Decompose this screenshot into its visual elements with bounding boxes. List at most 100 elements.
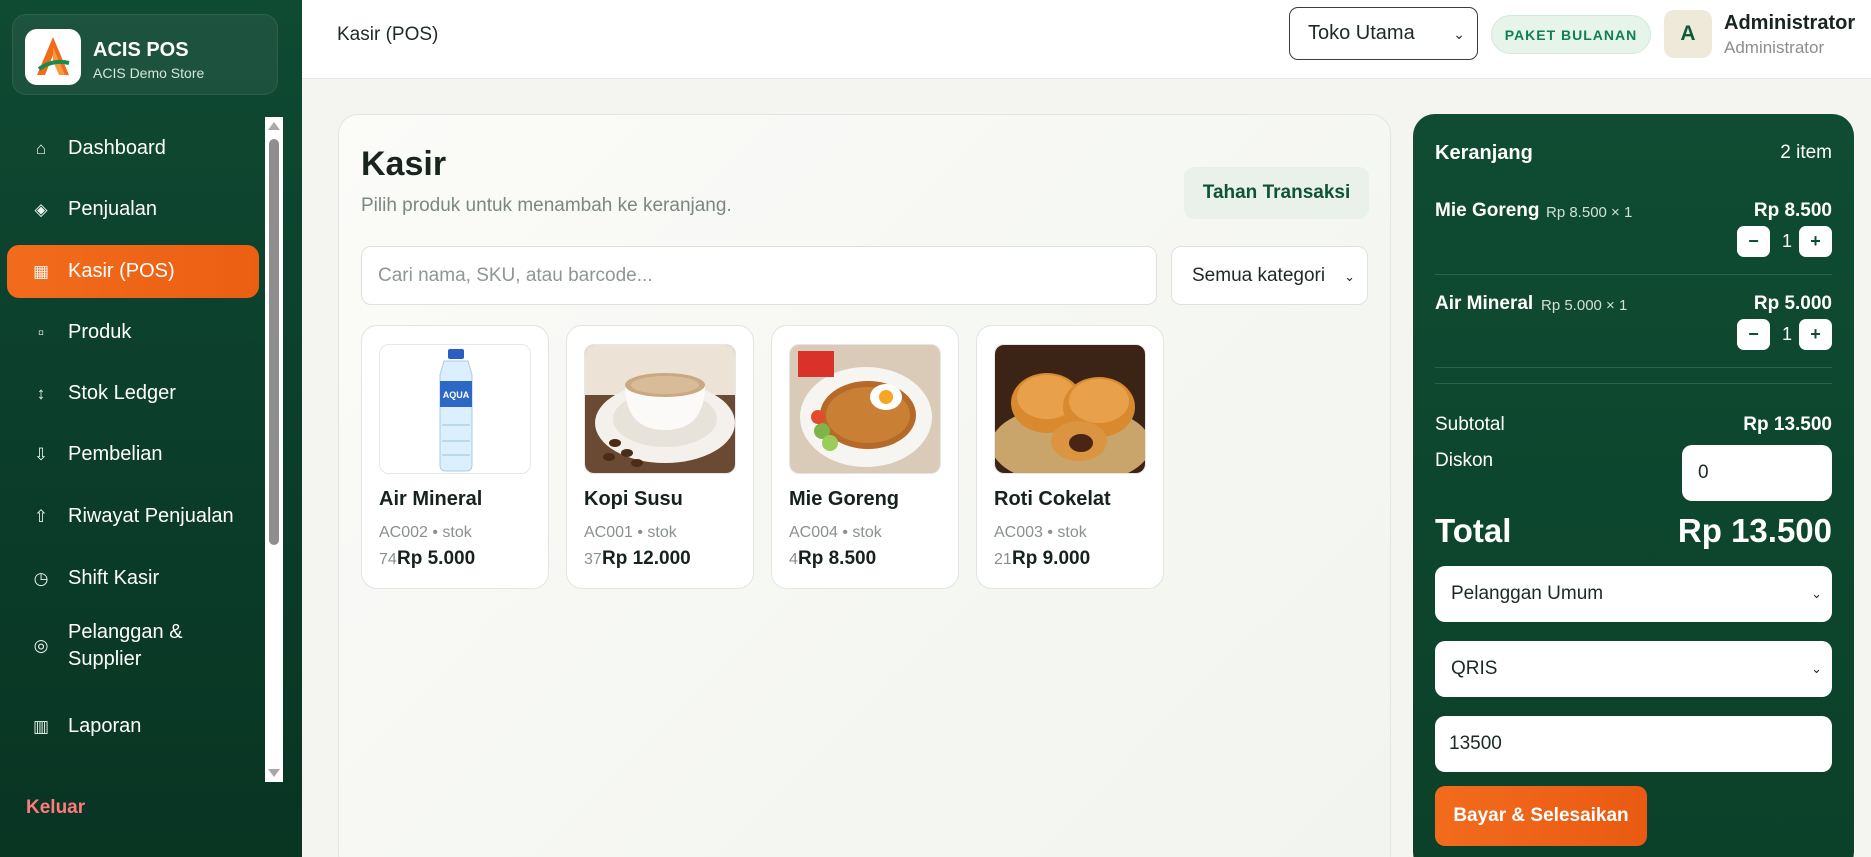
plan-badge: PAKET BULANAN <box>1491 15 1651 54</box>
cart-panel: Keranjang 2 item Mie Goreng Rp 8.500 × 1… <box>1413 114 1854 857</box>
sidebar-item-shift-kasir[interactable]: ◷ Shift Kasir <box>7 552 259 605</box>
payment-method-select[interactable]: QRIS ⌄ <box>1435 641 1832 697</box>
chocolate-bread-image <box>994 344 1146 474</box>
pos-panel: Kasir Pilih produk untuk menambah ke ker… <box>338 114 1391 857</box>
sidebar-item-kasir-pos[interactable]: ▦ Kasir (POS) <box>7 245 259 298</box>
chevron-down-icon: ⌄ <box>1344 269 1355 284</box>
category-select[interactable]: Semua kategori ⌄ <box>1171 246 1368 305</box>
hold-transaction-button[interactable]: Tahan Transaksi <box>1184 167 1369 219</box>
product-card-mie-goreng[interactable]: Mie Goreng AC004 • stok 4 Rp 8.500 <box>771 325 959 589</box>
payment-method-value: QRIS <box>1451 658 1498 679</box>
avatar[interactable]: A <box>1664 10 1712 58</box>
chevron-down-icon: ⌄ <box>1811 586 1822 601</box>
sidebar-item-riwayat-penjualan[interactable]: ⇧ Riwayat Penjualan <box>7 490 259 543</box>
product-sku: AC004 • stok <box>789 524 882 541</box>
scrollbar-thumb[interactable] <box>269 139 279 545</box>
acis-logo-icon <box>25 29 81 85</box>
product-sku: AC001 • stok <box>584 524 677 541</box>
subtotal-label: Subtotal <box>1435 414 1505 435</box>
water-bottle-image: AQUA <box>379 344 531 474</box>
store-select[interactable]: Toko Utama ⌄ <box>1289 7 1478 60</box>
clock-icon: ◷ <box>33 568 49 588</box>
sidebar-scrollbar[interactable] <box>265 117 283 782</box>
breadcrumb: Kasir (POS) <box>337 24 439 45</box>
discount-input[interactable]: 0 <box>1682 445 1832 501</box>
sidebar-item-produk[interactable]: ▫ Produk <box>7 306 259 359</box>
product-price: Rp 9.000 <box>1012 548 1091 569</box>
pay-and-finish-button[interactable]: Bayar & Selesaikan <box>1435 786 1647 846</box>
qty-value: 1 <box>1782 324 1793 344</box>
scroll-down-icon[interactable] <box>268 769 280 777</box>
fried-noodles-image <box>789 344 941 474</box>
download-icon: ⇩ <box>33 444 49 464</box>
sidebar-item-label: Dashboard <box>68 137 166 159</box>
report-icon: ▥ <box>32 716 50 736</box>
scroll-up-icon[interactable] <box>268 122 280 130</box>
qty-minus-button[interactable]: − <box>1737 226 1770 257</box>
logout-link[interactable]: Keluar <box>26 797 85 819</box>
page-subtitle: Pilih produk untuk menambah ke keranjang… <box>361 195 732 216</box>
qty-minus-button[interactable]: − <box>1737 319 1770 350</box>
cart-item-count: 2 item <box>1780 142 1832 163</box>
product-card-air-mineral[interactable]: AQUA Air Mineral AC002 • stok 74 Rp 5.00… <box>361 325 549 589</box>
sidebar-item-label: Penjualan <box>68 198 157 220</box>
coffee-cup-image <box>584 344 736 474</box>
amount-paid-input[interactable]: 13500 <box>1435 716 1832 772</box>
updown-arrow-icon: ↕ <box>36 383 46 403</box>
sidebar-item-stok-ledger[interactable]: ↕ Stok Ledger <box>7 367 259 420</box>
user-role: Administrator <box>1724 38 1825 57</box>
sidebar-item-label: Produk <box>68 321 132 343</box>
product-search-input[interactable] <box>361 246 1157 305</box>
subtotal-value: Rp 13.500 <box>1743 414 1832 435</box>
product-name: Kopi Susu <box>584 488 683 510</box>
product-price: Rp 12.000 <box>602 548 691 569</box>
product-card-roti-cokelat[interactable]: Roti Cokelat AC003 • stok 21 Rp 9.000 <box>976 325 1164 589</box>
discount-label: Diskon <box>1435 450 1494 471</box>
sidebar-item-pembelian[interactable]: ⇩ Pembelian <box>7 428 259 481</box>
product-name: Mie Goreng <box>789 488 900 510</box>
cart-divider <box>1435 274 1832 275</box>
product-card-kopi-susu[interactable]: Kopi Susu AC001 • stok 37 Rp 12.000 <box>566 325 754 589</box>
qty-value: 1 <box>1782 231 1793 251</box>
sidebar-item-laporan[interactable]: ▥ Laporan <box>7 700 259 753</box>
cart-item-name: Mie Goreng <box>1435 200 1540 221</box>
cart-title: Keranjang <box>1435 142 1533 164</box>
category-select-value: Semua kategori <box>1192 264 1326 286</box>
sidebar-item-dashboard[interactable]: ⌂ Dashboard <box>7 122 259 175</box>
product-stock: 74 <box>379 551 397 568</box>
diamond-icon: ◈ <box>34 199 48 219</box>
brand-store: ACIS Demo Store <box>93 65 205 81</box>
qty-plus-button[interactable]: + <box>1799 319 1832 350</box>
upload-icon: ⇧ <box>33 506 49 526</box>
product-sku: AC003 • stok <box>994 524 1087 541</box>
product-name: Roti Cokelat <box>994 488 1111 510</box>
grid-icon: ▦ <box>32 261 50 281</box>
customer-select[interactable]: Pelanggan Umum ⌄ <box>1435 566 1832 622</box>
product-stock: 21 <box>994 551 1012 568</box>
topbar: Kasir (POS) Toko Utama ⌄ PAKET BULANAN A… <box>302 0 1871 79</box>
total-label: Total <box>1435 512 1512 549</box>
sidebar-item-label: Pelanggan & Supplier <box>68 621 183 670</box>
product-sku: AC002 • stok <box>379 524 472 541</box>
cart-item-meta: Rp 8.500 × 1 <box>1546 204 1633 221</box>
sidebar-item-label: Shift Kasir <box>68 567 160 589</box>
page-title: Kasir <box>361 145 447 183</box>
cart-item-meta: Rp 5.000 × 1 <box>1541 297 1628 314</box>
product-price: Rp 5.000 <box>397 548 476 569</box>
svg-text:AQUA: AQUA <box>443 390 470 400</box>
cart-divider <box>1435 367 1832 368</box>
product-price: Rp 8.500 <box>798 548 877 569</box>
total-value: Rp 13.500 <box>1677 512 1832 549</box>
customer-select-value: Pelanggan Umum <box>1451 583 1604 604</box>
cart-item-total: Rp 5.000 <box>1753 293 1832 314</box>
sidebar-item-label: Laporan <box>68 715 142 737</box>
sidebar-item-pelanggan-supplier[interactable]: ◎ Pelanggan & Supplier <box>7 613 259 679</box>
cart-item-name: Air Mineral <box>1435 293 1534 314</box>
sidebar-item-label: Kasir (POS) <box>68 260 175 282</box>
product-name: Air Mineral <box>379 488 483 510</box>
store-select-value: Toko Utama <box>1308 22 1415 44</box>
sidebar-item-penjualan[interactable]: ◈ Penjualan <box>7 183 259 236</box>
brand-card[interactable]: ACIS POS ACIS Demo Store <box>12 14 278 95</box>
home-icon: ⌂ <box>35 138 47 158</box>
qty-plus-button[interactable]: + <box>1799 226 1832 257</box>
